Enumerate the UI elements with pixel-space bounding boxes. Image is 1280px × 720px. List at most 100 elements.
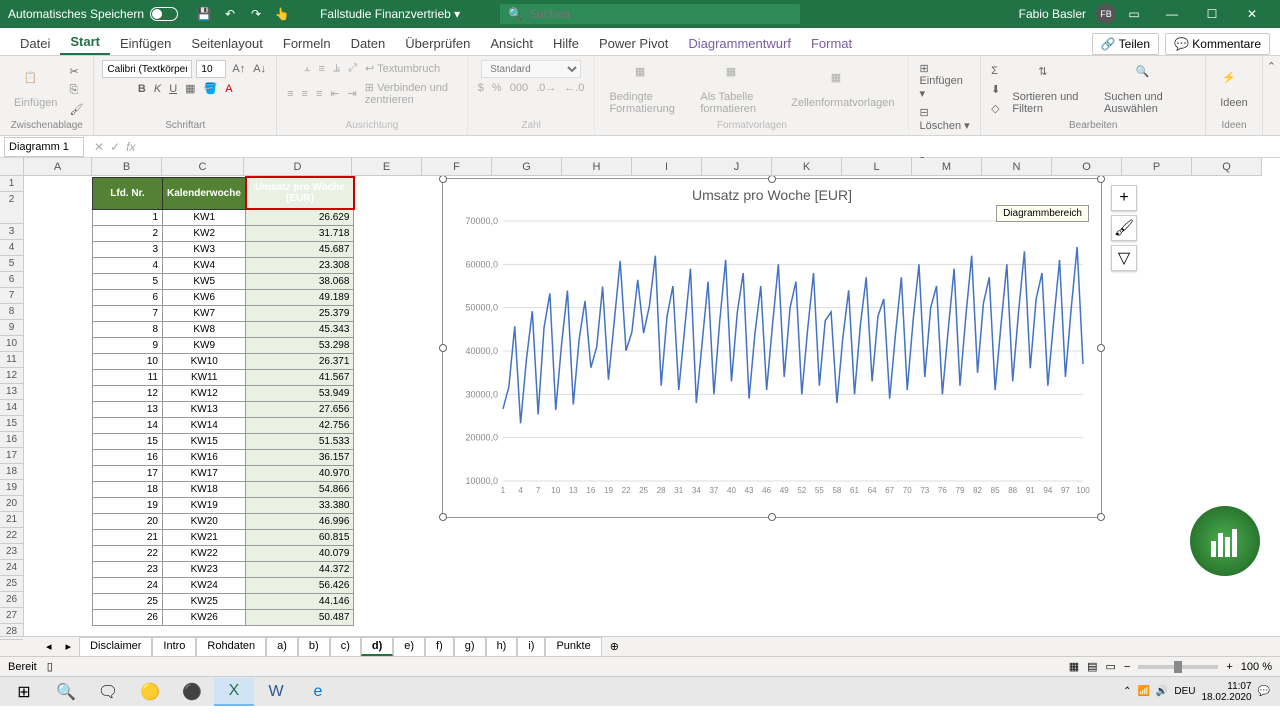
- view-break-icon[interactable]: ▭: [1106, 660, 1116, 673]
- tab-ueberpruefen[interactable]: Überprüfen: [395, 32, 480, 55]
- table-row[interactable]: 1KW126.629: [93, 209, 354, 225]
- column-header[interactable]: O: [1052, 158, 1122, 176]
- align-right-icon[interactable]: ≡: [314, 86, 324, 102]
- tray-network-icon[interactable]: 📶: [1137, 686, 1149, 697]
- table-row[interactable]: 4KW423.308: [93, 257, 354, 273]
- tab-datei[interactable]: Datei: [10, 32, 60, 55]
- zoom-slider[interactable]: [1138, 665, 1218, 669]
- minimize-button[interactable]: —: [1152, 0, 1192, 28]
- table-row[interactable]: 17KW1740.970: [93, 465, 354, 481]
- view-normal-icon[interactable]: ▦: [1069, 660, 1079, 673]
- row-header[interactable]: 8: [0, 304, 23, 320]
- cell-styles-button[interactable]: ▦Zellenformatvorlagen: [785, 69, 900, 111]
- autosave-toggle[interactable]: Automatisches Speichern: [0, 7, 186, 21]
- sheet-tab[interactable]: Rohdaten: [196, 637, 266, 656]
- filename[interactable]: Fallstudie Finanzvertrieb ▾: [300, 7, 480, 21]
- merge-button[interactable]: ⊞ Verbinden und zentrieren: [363, 79, 459, 108]
- column-header[interactable]: B: [92, 158, 162, 176]
- taskbar-edge-icon[interactable]: e: [298, 678, 338, 706]
- formula-input[interactable]: [141, 137, 1280, 157]
- save-icon[interactable]: 💾: [196, 6, 212, 22]
- comma-icon[interactable]: 000: [508, 80, 530, 96]
- percent-icon[interactable]: %: [490, 80, 504, 96]
- row-header[interactable]: 12: [0, 368, 23, 384]
- align-left-icon[interactable]: ≡: [285, 86, 295, 102]
- row-header[interactable]: 9: [0, 320, 23, 336]
- row-header[interactable]: 19: [0, 480, 23, 496]
- tab-powerpivot[interactable]: Power Pivot: [589, 32, 678, 55]
- redo-icon[interactable]: ↷: [248, 6, 264, 22]
- column-header[interactable]: E: [352, 158, 422, 176]
- sheet-tab[interactable]: h): [486, 637, 518, 656]
- accept-formula-icon[interactable]: ✓: [110, 140, 120, 154]
- tab-format[interactable]: Format: [801, 32, 862, 55]
- column-header[interactable]: K: [772, 158, 842, 176]
- table-row[interactable]: 22KW2240.079: [93, 545, 354, 561]
- row-header[interactable]: 23: [0, 544, 23, 560]
- row-header[interactable]: 17: [0, 448, 23, 464]
- column-header[interactable]: H: [562, 158, 632, 176]
- table-row[interactable]: 9KW953.298: [93, 337, 354, 353]
- column-header[interactable]: A: [24, 158, 92, 176]
- sort-filter-button[interactable]: ⇅Sortieren und Filtern: [1006, 63, 1094, 117]
- align-center-icon[interactable]: ≡: [300, 86, 310, 102]
- row-header[interactable]: 25: [0, 576, 23, 592]
- row-header[interactable]: 20: [0, 496, 23, 512]
- font-name-input[interactable]: [102, 60, 192, 78]
- collapse-ribbon-icon[interactable]: ⌃: [1263, 56, 1280, 135]
- fx-icon[interactable]: fx: [126, 140, 135, 154]
- row-header[interactable]: 6: [0, 272, 23, 288]
- sheet-tab[interactable]: i): [517, 637, 545, 656]
- column-header[interactable]: G: [492, 158, 562, 176]
- underline-button[interactable]: U: [167, 81, 179, 97]
- row-header[interactable]: 7: [0, 288, 23, 304]
- clear-icon[interactable]: ◇: [989, 100, 1002, 117]
- table-row[interactable]: 15KW1551.533: [93, 433, 354, 449]
- sheet-tab[interactable]: d): [361, 637, 393, 656]
- table-row[interactable]: 7KW725.379: [93, 305, 354, 321]
- cancel-formula-icon[interactable]: ✕: [94, 140, 104, 154]
- table-row[interactable]: 6KW649.189: [93, 289, 354, 305]
- chart-elements-button[interactable]: +: [1111, 185, 1137, 211]
- align-middle-icon[interactable]: ≡: [316, 61, 326, 77]
- currency-icon[interactable]: $: [476, 80, 486, 96]
- avatar[interactable]: FB: [1096, 4, 1116, 24]
- sheet-nav-prev[interactable]: ◂: [40, 640, 58, 653]
- taskbar-search-icon[interactable]: 🔍: [46, 678, 86, 706]
- worksheet-grid[interactable]: 1234567891011121314151617181920212223242…: [0, 158, 1280, 636]
- align-top-icon[interactable]: ⫠: [302, 60, 313, 77]
- tab-formeln[interactable]: Formeln: [273, 32, 341, 55]
- column-header[interactable]: Q: [1192, 158, 1262, 176]
- table-row[interactable]: 2KW231.718: [93, 225, 354, 241]
- taskbar-app-1[interactable]: 🗨: [88, 678, 128, 706]
- tab-einfuegen[interactable]: Einfügen: [110, 32, 181, 55]
- taskbar-excel-icon[interactable]: X: [214, 678, 254, 706]
- row-header[interactable]: 11: [0, 352, 23, 368]
- tab-start[interactable]: Start: [60, 30, 110, 55]
- column-header[interactable]: F: [422, 158, 492, 176]
- increase-indent-icon[interactable]: ⇥: [346, 85, 359, 102]
- cut-icon[interactable]: ✂: [67, 63, 85, 80]
- column-header[interactable]: D: [244, 158, 352, 176]
- fill-color-button[interactable]: 🪣: [202, 80, 220, 97]
- sheet-tab[interactable]: f): [425, 637, 454, 656]
- row-header[interactable]: 15: [0, 416, 23, 432]
- table-row[interactable]: 23KW2344.372: [93, 561, 354, 577]
- column-header[interactable]: M: [912, 158, 982, 176]
- chart-filters-button[interactable]: ▽: [1111, 245, 1137, 271]
- fill-icon[interactable]: ⬇: [989, 81, 1002, 98]
- row-header[interactable]: 27: [0, 608, 23, 624]
- increase-decimal-icon[interactable]: .0→: [534, 80, 558, 96]
- row-header[interactable]: 4: [0, 240, 23, 256]
- sheet-tab[interactable]: Punkte: [545, 637, 601, 656]
- copy-icon[interactable]: ⎘: [67, 82, 85, 99]
- zoom-out-button[interactable]: −: [1124, 661, 1130, 673]
- table-row[interactable]: 19KW1933.380: [93, 497, 354, 513]
- tray-expand-icon[interactable]: ⌃: [1123, 686, 1131, 697]
- username[interactable]: Fabio Basler: [1019, 7, 1086, 21]
- tab-seitenlayout[interactable]: Seitenlayout: [181, 32, 273, 55]
- row-header[interactable]: 21: [0, 512, 23, 528]
- font-color-button[interactable]: A: [223, 81, 234, 97]
- conditional-format-button[interactable]: ▦Bedingte Formatierung: [603, 63, 690, 117]
- sheet-tab[interactable]: Intro: [152, 637, 196, 656]
